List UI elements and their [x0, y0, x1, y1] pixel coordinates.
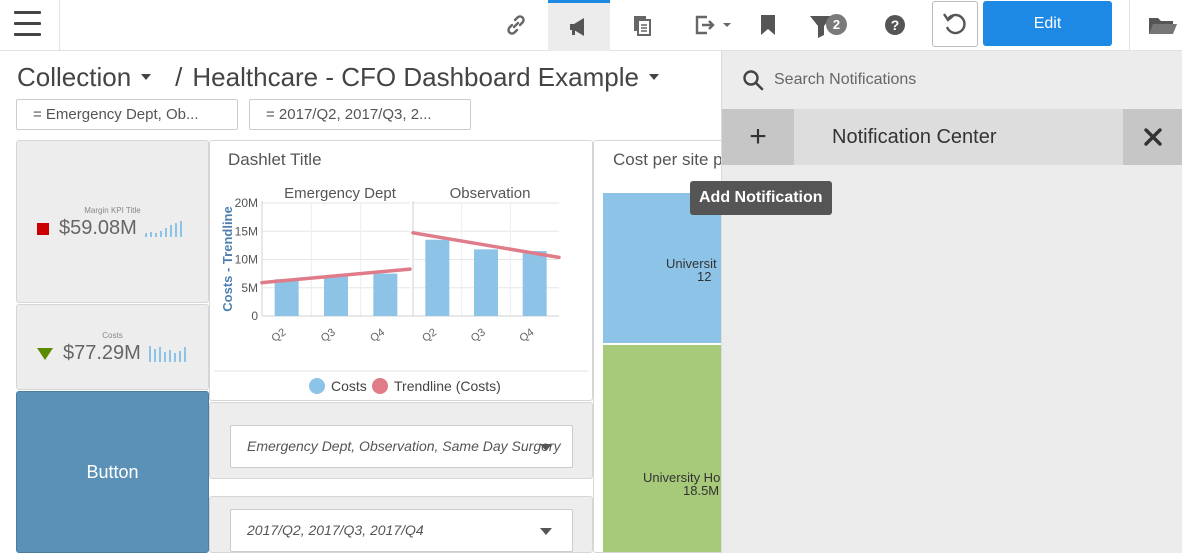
- kpi-title: Margin KPI Title: [84, 206, 141, 215]
- search-icon: [743, 70, 764, 91]
- legend-swatch-trendline: [372, 378, 388, 394]
- breadcrumb: Collection / Healthcare - CFO Dashboard …: [17, 60, 669, 94]
- x-tick-label: Q3: [469, 326, 488, 344]
- kpi-value: $59.08M: [59, 217, 137, 239]
- filter-chip-quarter[interactable]: = 2017/Q2, 2017/Q3, 2...: [249, 99, 471, 130]
- kpi-value: $77.29M: [63, 342, 141, 364]
- link-icon[interactable]: [494, 0, 538, 50]
- red-square-icon: [37, 222, 49, 235]
- kpi-title: Costs: [102, 331, 123, 340]
- dropdown-value: 2017/Q2, 2017/Q3, 2017/Q4: [247, 522, 424, 538]
- bar-costs: [324, 276, 348, 316]
- x-tick-label: Q2: [420, 326, 439, 344]
- x-tick-label: Q2: [269, 326, 288, 344]
- add-notification-tooltip: Add Notification: [690, 181, 832, 215]
- announce-icon[interactable]: [548, 0, 610, 51]
- bar-costs: [522, 251, 547, 316]
- notification-panel: Search Notifications + Notification Cent…: [721, 51, 1182, 553]
- legend-label: Trendline (Costs): [394, 378, 501, 394]
- bar-costs: [274, 279, 299, 316]
- help-icon[interactable]: ?: [873, 0, 917, 50]
- y-axis-label: Costs - Trendline: [220, 206, 235, 311]
- svg-text:?: ?: [891, 17, 900, 33]
- department-selector-tile: Emergency Dept, Observation, Same Day Su…: [209, 402, 593, 479]
- treemap-block-value: 18.5M: [683, 483, 720, 498]
- copy-icon[interactable]: [620, 0, 664, 50]
- treemap-title: Cost per site p: [613, 150, 723, 169]
- legend-swatch-costs: [309, 378, 325, 394]
- search-input[interactable]: Search Notifications: [774, 71, 916, 89]
- notification-search[interactable]: Search Notifications: [722, 51, 1182, 109]
- bar-costs: [474, 249, 498, 316]
- treemap-block[interactable]: Universit 12: [603, 193, 732, 343]
- dashboard-button[interactable]: Button: [16, 391, 209, 553]
- top-toolbar: 2 ? Edit: [0, 0, 1182, 51]
- x-tick-label: Q4: [368, 326, 387, 344]
- close-button[interactable]: [1123, 109, 1182, 165]
- breadcrumb-separator: /: [175, 61, 183, 92]
- kpi-tile-margin[interactable]: Margin KPI Title $59.08M: [16, 140, 209, 303]
- refresh-button[interactable]: [932, 1, 978, 47]
- quarter-dropdown[interactable]: 2017/Q2, 2017/Q3, 2017/Q4: [230, 509, 573, 552]
- y-tick-label: 10M: [235, 253, 258, 267]
- sparkline: [148, 345, 189, 362]
- down-triangle-icon: [37, 347, 53, 360]
- x-tick-label: Q4: [517, 326, 536, 344]
- edit-button[interactable]: Edit: [983, 1, 1112, 46]
- toolbar-divider: [1129, 0, 1130, 50]
- filter-chip-department[interactable]: = Emergency Dept, Ob...: [16, 99, 238, 130]
- export-icon[interactable]: [688, 0, 738, 50]
- sparkline: [144, 220, 185, 237]
- chevron-down-icon: [540, 444, 552, 451]
- chevron-down-icon: [540, 528, 552, 535]
- y-tick-label: 15M: [235, 224, 258, 238]
- treemap-block-value: 12: [697, 269, 712, 284]
- y-tick-label: 5M: [241, 281, 258, 295]
- filter-count-badge: 2: [826, 14, 847, 35]
- costs-chart: Costs - Trendline 0 5M 10M 15M 20M Emergency D…: [214, 185, 588, 394]
- kpi-tile-costs[interactable]: Costs $77.29M: [16, 304, 209, 390]
- bookmark-icon[interactable]: [746, 0, 790, 50]
- filter-icon[interactable]: 2: [800, 0, 862, 50]
- folder-icon[interactable]: [1140, 0, 1182, 50]
- chevron-down-icon[interactable]: [141, 74, 152, 80]
- app-root: 2 ? Edit Collection / Healthcare - CFO D…: [0, 0, 1182, 553]
- y-tick-label: 0: [251, 309, 258, 323]
- treemap-block[interactable]: University Ho 18.5M: [603, 345, 732, 552]
- add-notification-button[interactable]: +: [722, 109, 794, 165]
- chevron-down-icon[interactable]: [648, 74, 659, 80]
- page-title[interactable]: Healthcare - CFO Dashboard Example: [192, 62, 639, 93]
- bar-costs: [373, 273, 398, 316]
- x-tick-label: Q3: [319, 326, 338, 344]
- chart-dashlet: Dashlet Title Costs - Trendline 0 5M 10M 15M…: [209, 140, 593, 401]
- dropdown-value: Emergency Dept, Observation, Same Day Su…: [247, 438, 561, 454]
- notification-center-title: Notification Center: [832, 126, 997, 148]
- quarter-selector-tile: 2017/Q2, 2017/Q3, 2017/Q4: [209, 496, 593, 553]
- department-dropdown[interactable]: Emergency Dept, Observation, Same Day Su…: [230, 425, 573, 468]
- refresh-icon: [943, 13, 966, 35]
- close-icon: [1144, 128, 1162, 146]
- legend-label: Costs: [331, 378, 367, 394]
- panel-label: Observation: [450, 185, 531, 202]
- panel-label: Emergency Dept: [284, 185, 397, 202]
- notification-header: + Notification Center: [722, 109, 1182, 165]
- breadcrumb-collection[interactable]: Collection: [17, 62, 131, 93]
- menu-icon[interactable]: [0, 0, 60, 50]
- bar-costs: [425, 239, 450, 316]
- y-tick-label: 20M: [235, 196, 258, 210]
